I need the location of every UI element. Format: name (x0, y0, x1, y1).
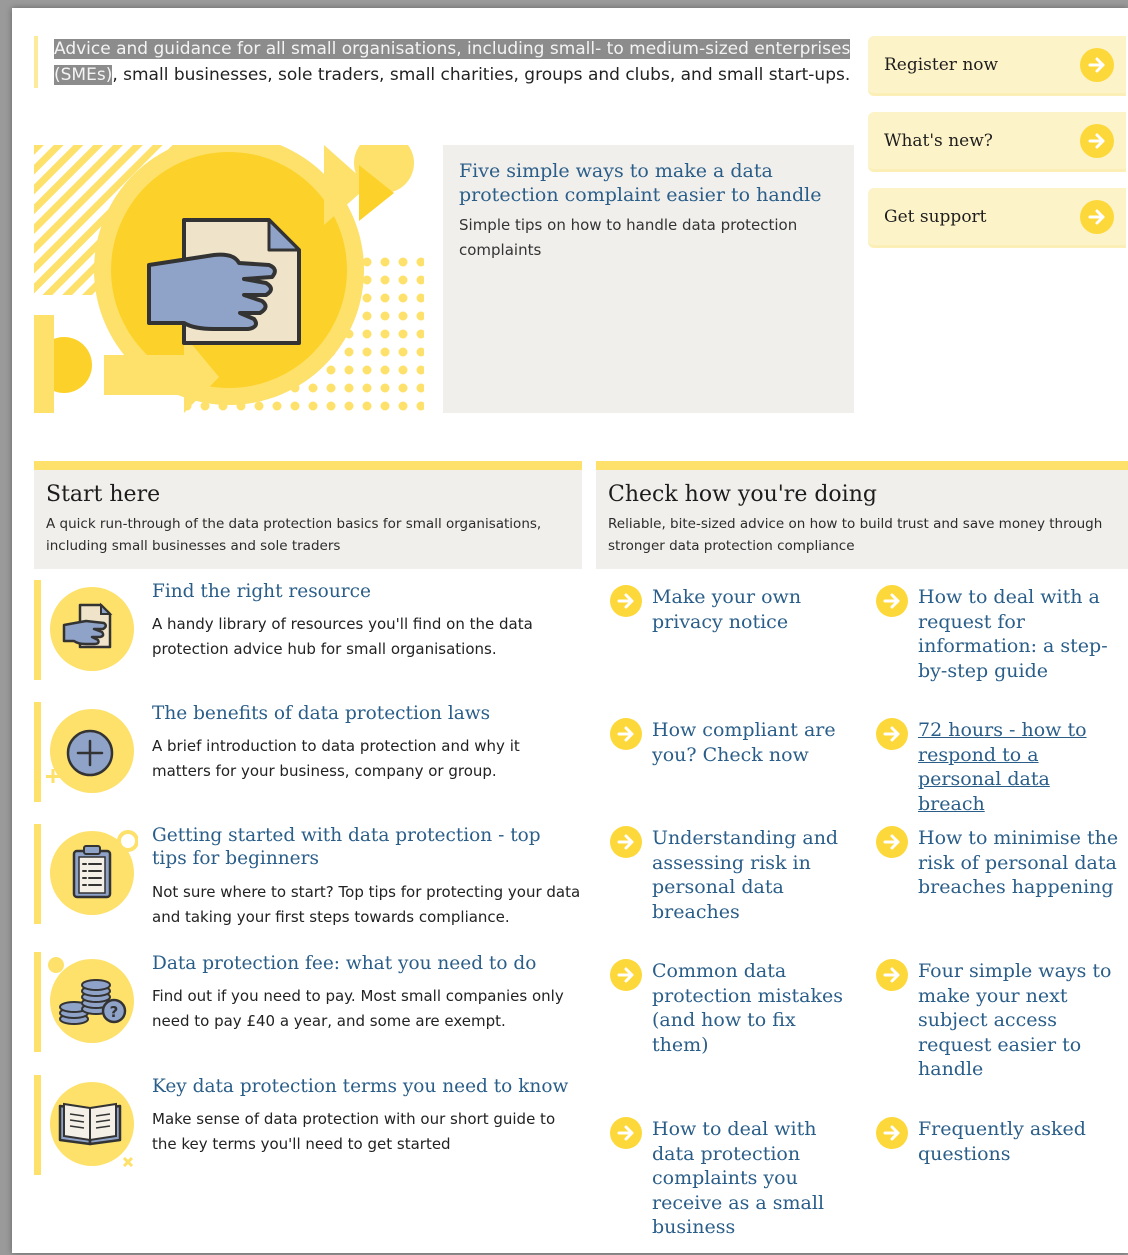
accent-bar (34, 1075, 41, 1175)
get-support-button[interactable]: Get support (868, 188, 1126, 248)
arrow-right-icon (876, 1117, 908, 1149)
get-support-label: Get support (884, 206, 987, 227)
privacy-notice-link[interactable]: Make your own privacy notice (610, 585, 850, 634)
start-here-description: A quick run-through of the data protecti… (46, 516, 542, 554)
privacy-notice-text: Make your own privacy notice (652, 586, 802, 633)
list-item-benefits: The benefits of data protection laws A b… (34, 702, 582, 802)
getting-started-description: Not sure where to start? Top tips for pr… (152, 883, 581, 926)
accent-bar (34, 824, 41, 924)
request-information-link[interactable]: How to deal with a request for informati… (876, 585, 1121, 683)
key-terms-link[interactable]: Key data protection terms you need to kn… (152, 1075, 578, 1098)
clipboard-icon (50, 830, 138, 915)
arrow-right-icon (610, 959, 642, 991)
subject-access-link[interactable]: Four simple ways to make your next subje… (876, 959, 1121, 1082)
find-resource-description: A handy library of resources you'll find… (152, 615, 533, 658)
feature-title-link[interactable]: Five simple ways to make a data protecti… (459, 159, 838, 207)
coins-question-icon: ? (48, 957, 134, 1043)
feature-description: Simple tips on how to handle data protec… (459, 216, 798, 259)
faq-link[interactable]: Frequently asked questions (876, 1117, 1121, 1166)
check-title: Check how you're doing (608, 482, 877, 507)
list-item-key-terms: Key data protection terms you need to kn… (34, 1075, 582, 1175)
feature-card: Five simple ways to make a data protecti… (443, 145, 854, 413)
minimise-risk-link[interactable]: How to minimise the risk of personal dat… (876, 826, 1121, 900)
svg-text:?: ? (110, 1003, 119, 1021)
getting-started-link[interactable]: Getting started with data protection - t… (152, 824, 578, 870)
fee-link[interactable]: Data protection fee: what you need to do (152, 952, 578, 975)
arrow-right-icon (1080, 200, 1114, 234)
72-hours-breach-text: 72 hours - how to respond to a personal … (918, 719, 1087, 815)
complaints-link[interactable]: How to deal with data protection complai… (610, 1117, 850, 1240)
how-compliant-link[interactable]: How compliant are you? Check now (610, 718, 850, 767)
arrow-right-icon (610, 826, 642, 858)
register-now-label: Register now (884, 54, 999, 75)
start-here-header: Start here A quick run-through of the da… (34, 461, 582, 569)
key-terms-description: Make sense of data protection with our s… (152, 1110, 556, 1153)
benefits-link[interactable]: The benefits of data protection laws (152, 702, 578, 725)
request-information-text: How to deal with a request for informati… (918, 586, 1108, 682)
document-hand-illustration (34, 145, 424, 413)
common-mistakes-text: Common data protection mistakes (and how… (652, 960, 843, 1056)
arrow-right-icon (1080, 48, 1114, 82)
register-now-button[interactable]: Register now (868, 36, 1126, 96)
arrow-right-icon (876, 826, 908, 858)
complaints-text: How to deal with data protection complai… (652, 1118, 825, 1238)
how-compliant-text: How compliant are you? Check now (652, 719, 836, 766)
page: Advice and guidance for all small organi… (12, 8, 1128, 1253)
browser-frame: Advice and guidance for all small organi… (12, 8, 1128, 1253)
list-item-find-resource: Find the right resource A handy library … (34, 580, 582, 680)
assessing-risk-link[interactable]: Understanding and assessing risk in pers… (610, 826, 850, 924)
common-mistakes-link[interactable]: Common data protection mistakes (and how… (610, 959, 850, 1057)
arrow-right-icon (610, 585, 642, 617)
subject-access-text: Four simple ways to make your next subje… (918, 960, 1112, 1080)
whats-new-button[interactable]: What's new? (868, 112, 1126, 172)
minimise-risk-text: How to minimise the risk of personal dat… (918, 827, 1119, 898)
start-here-title: Start here (46, 482, 161, 507)
72-hours-breach-link[interactable]: 72 hours - how to respond to a personal … (876, 718, 1121, 816)
benefits-description: A brief introduction to data protection … (152, 737, 520, 780)
document-hand-icon (50, 587, 134, 671)
arrow-right-icon (610, 1117, 642, 1149)
assessing-risk-text: Understanding and assessing risk in pers… (652, 827, 839, 923)
accent-bar (34, 702, 41, 802)
find-resource-link[interactable]: Find the right resource (152, 580, 578, 603)
arrow-right-icon (876, 718, 908, 750)
accent-bar (34, 580, 41, 680)
plus-circle-icon (46, 709, 134, 793)
intro-rest-text: , small businesses, sole traders, small … (112, 65, 851, 85)
fee-description: Find out if you need to pay. Most small … (152, 987, 564, 1030)
arrow-right-icon (876, 959, 908, 991)
check-description: Reliable, bite-sized advice on how to bu… (608, 516, 1103, 554)
list-item-getting-started: Getting started with data protection - t… (34, 824, 582, 926)
accent-bar (34, 952, 41, 1052)
list-item-fee: ? Data protection fee: what you need to … (34, 952, 582, 1052)
faq-text: Frequently asked questions (918, 1118, 1086, 1165)
arrow-right-icon (1080, 124, 1114, 158)
whats-new-label: What's new? (884, 130, 993, 151)
intro-text: Advice and guidance for all small organi… (34, 36, 864, 88)
check-header: Check how you're doing Reliable, bite-si… (596, 461, 1128, 569)
arrow-right-icon (610, 718, 642, 750)
open-book-icon (50, 1082, 134, 1168)
feature-illustration[interactable] (34, 145, 424, 413)
arrow-right-icon (876, 585, 908, 617)
